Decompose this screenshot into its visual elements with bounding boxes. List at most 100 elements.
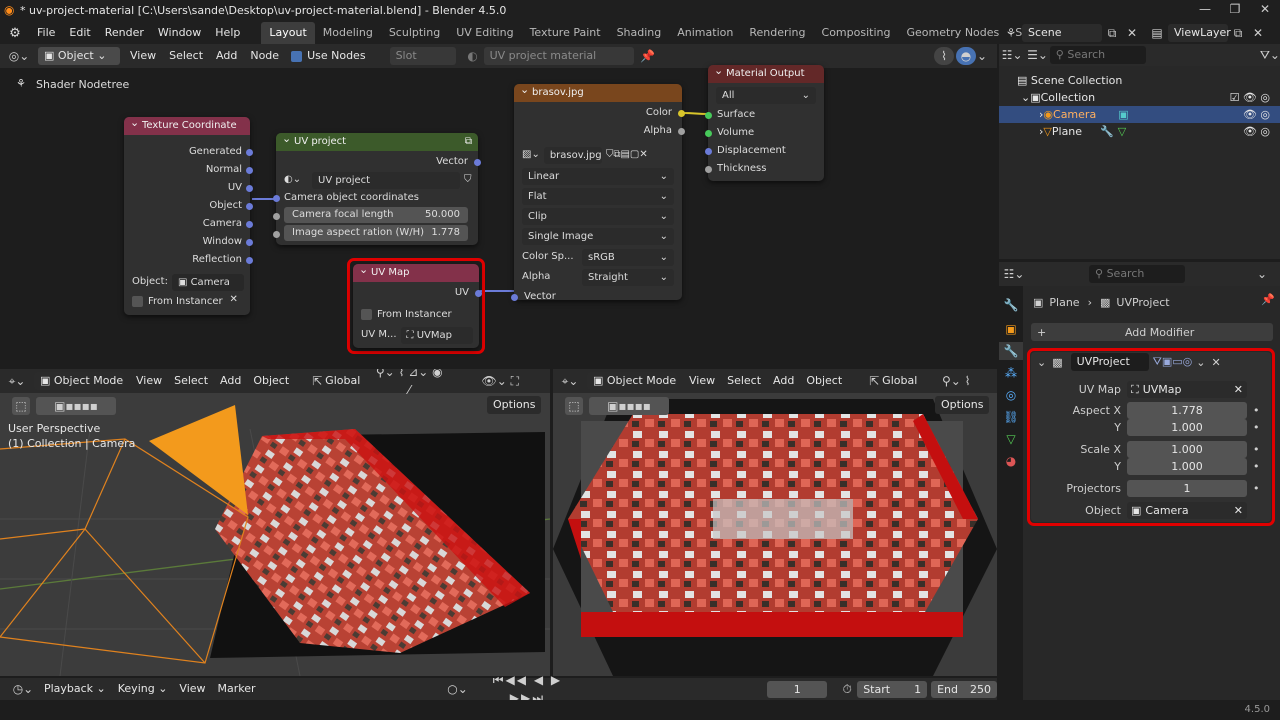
snapping-icons[interactable]: ⚲⌄ ⌇ (931, 372, 981, 390)
node-texture-coordinate[interactable]: Texture Coordinate Generated Normal UV O… (124, 114, 253, 315)
scene-field[interactable]: Scene (1022, 24, 1102, 42)
outliner-row-camera[interactable]: › ◉ Camera ▣ 👁 ◎ (999, 106, 1280, 123)
output-socket[interactable] (246, 221, 253, 228)
output-socket[interactable] (246, 239, 253, 246)
node-header[interactable]: UV Map (353, 261, 479, 282)
image-browse-icon[interactable]: ▨⌄ (522, 146, 540, 164)
node-uv-project-group[interactable]: UV project ⧉ Vector ◐⌄ UV project ⛉ Camer… (273, 130, 481, 245)
physics-tab-icon[interactable]: ◎ (999, 386, 1023, 404)
record-icon[interactable]: ○⌄ (446, 680, 470, 698)
options-dropdown[interactable]: Options (935, 396, 990, 414)
pin-icon[interactable]: 📌 (1261, 293, 1275, 306)
input-socket[interactable] (705, 166, 712, 173)
tool-tab-icon[interactable]: 🔧 (999, 296, 1023, 314)
editor-type-icon[interactable]: ⌖⌄ (0, 372, 34, 390)
source-dropdown[interactable]: Single Image ⌄ (522, 228, 674, 245)
add-modifier-button[interactable]: + Add Modifier (1031, 323, 1273, 341)
menu-file[interactable]: File (30, 22, 62, 44)
uvmap-field[interactable]: ⛶ UVMap (400, 326, 473, 344)
properties-type-icon[interactable]: ☷⌄ (999, 265, 1029, 283)
input-socket[interactable] (273, 195, 280, 202)
output-socket[interactable] (678, 110, 685, 117)
keyframe-dot-icon[interactable]: • (1253, 482, 1260, 495)
expand-arrow-icon[interactable]: ⌄ (1021, 89, 1030, 106)
start-frame-field[interactable]: Start 1 (857, 680, 928, 698)
visibility-icons[interactable]: 👁 ◎ (1243, 123, 1270, 140)
output-socket[interactable] (475, 290, 482, 297)
tab-rendering[interactable]: Rendering (741, 22, 813, 44)
viewport-left[interactable]: ⌖⌄ ▣ Object Mode View Select Add Object … (0, 369, 550, 676)
node-uv-map[interactable]: UV Map UV From Instancer UV M...⛶ UVMap (353, 261, 482, 348)
menu-object[interactable]: Object (253, 369, 289, 393)
tab-uv-editing[interactable]: UV Editing (448, 22, 521, 44)
tab-sculpting[interactable]: Sculpting (381, 22, 448, 44)
modifier-tab-icon[interactable]: 🔧 (999, 342, 1023, 360)
tab-geometry-nodes[interactable]: Geometry Nodes (898, 22, 1007, 44)
copy-scene-icon[interactable]: ⧉ (1102, 24, 1122, 42)
output-target-dropdown[interactable]: All ⌄ (716, 87, 816, 104)
menu-select[interactable]: Select (174, 369, 208, 393)
viewlayer-field[interactable]: ViewLayer (1168, 24, 1231, 42)
tool-select-icon[interactable]: ⬚ (565, 397, 583, 415)
tab-texture-paint[interactable]: Texture Paint (522, 22, 609, 44)
node-material-output[interactable]: Material Output All ⌄ Surface Volume Disp… (705, 62, 824, 181)
data-tab-icon[interactable]: ▽ (999, 430, 1023, 448)
from-instancer-checkbox[interactable] (361, 308, 372, 320)
mode-dropdown[interactable]: ▣ Object Mode (587, 372, 677, 390)
current-frame-field[interactable]: 1 (767, 680, 828, 698)
outliner-type-icon[interactable]: ☷⌄ (999, 46, 1025, 64)
node-group-icon[interactable]: ⧉ (465, 133, 472, 151)
extension-dropdown[interactable]: Clip ⌄ (522, 208, 674, 225)
fake-user-icon[interactable]: ⛉ (464, 171, 472, 189)
node-header[interactable]: UV project ⧉ (276, 130, 478, 151)
output-socket[interactable] (246, 257, 253, 264)
aspect-x-field[interactable]: 1.778 (1127, 402, 1247, 419)
material-tab-icon[interactable]: ◕ (999, 452, 1023, 470)
keyframe-dot-icon[interactable]: • (1253, 460, 1260, 473)
output-socket[interactable] (246, 203, 253, 210)
properties-editor[interactable]: ☷⌄ ⚲ Search ⌄ 🔧 ▣ 🔧 ⁂ ◎ ⛓ ▽ ◕ ▣ Plane › … (999, 262, 1280, 702)
clear-icon[interactable]: ✕ (1234, 381, 1243, 398)
outliner-row-plane[interactable]: › ▽ Plane 🔧 ▽ 👁 ◎ (999, 123, 1280, 140)
clear-icon[interactable]: ✕ (1234, 502, 1243, 519)
focal-field[interactable]: Camera focal length 50.000 (284, 207, 468, 223)
modifier-menu-icon[interactable]: ⌄ (1196, 356, 1205, 369)
keyframe-dot-icon[interactable]: • (1253, 443, 1260, 456)
timeline-type-icon[interactable]: ◷⌄ (6, 680, 40, 698)
modifier-toggle-icons[interactable]: ⛛▣▭◎ (1153, 355, 1193, 369)
stopwatch-icon[interactable]: ⏱ (837, 680, 857, 698)
input-socket[interactable] (273, 213, 280, 220)
output-socket[interactable] (246, 149, 253, 156)
end-frame-field[interactable]: End 250 (931, 680, 997, 698)
input-socket[interactable] (511, 294, 518, 301)
object-tab-icon[interactable]: ▣ (999, 320, 1023, 338)
constraints-tab-icon[interactable]: ⛓ (999, 408, 1023, 426)
output-socket[interactable] (246, 167, 253, 174)
display-mode-icon[interactable]: ☰⌄ (1025, 46, 1050, 64)
aspect-y-field[interactable]: 1.000 (1127, 419, 1247, 436)
delete-viewlayer-icon[interactable]: ✕ (1248, 24, 1268, 42)
orientation-dropdown[interactable]: Global (325, 369, 360, 393)
snapping-icons[interactable]: ⚲⌄ ⌇ ⊿⌄ ◉ ⁄ (374, 369, 444, 399)
menu-render[interactable]: Render (98, 22, 151, 44)
visibility-gizmo-icons[interactable]: 👁⌄ ⛶ (480, 372, 520, 390)
tab-modeling[interactable]: Modeling (315, 22, 381, 44)
input-socket[interactable] (705, 148, 712, 155)
outliner-search-input[interactable]: ⚲ Search (1049, 46, 1146, 64)
input-socket[interactable] (273, 231, 280, 238)
scale-y-field[interactable]: 1.000 (1127, 458, 1247, 475)
colorspace-dropdown[interactable]: sRGB ⌄ (582, 248, 674, 266)
visibility-icons[interactable]: ☑ 👁 ◎ (1230, 89, 1270, 106)
alpha-dropdown[interactable]: Straight ⌄ (582, 268, 674, 286)
projection-dropdown[interactable]: Flat ⌄ (522, 188, 674, 205)
menu-object[interactable]: Object (806, 369, 842, 393)
blender-menu-icon[interactable]: ⚙ (0, 26, 30, 41)
image-actions-icon[interactable]: ⛉⧉▤▢✕ (606, 146, 648, 164)
particles-tab-icon[interactable]: ⁂ (999, 364, 1023, 382)
output-socket[interactable] (246, 185, 253, 192)
tab-layout[interactable]: Layout (261, 22, 315, 44)
copy-viewlayer-icon[interactable]: ⧉ (1228, 24, 1248, 42)
object-field[interactable]: ▣ Camera ✕ (1127, 501, 1247, 519)
remove-modifier-icon[interactable]: ✕ (1211, 356, 1220, 369)
node-header[interactable]: Material Output (708, 62, 824, 83)
